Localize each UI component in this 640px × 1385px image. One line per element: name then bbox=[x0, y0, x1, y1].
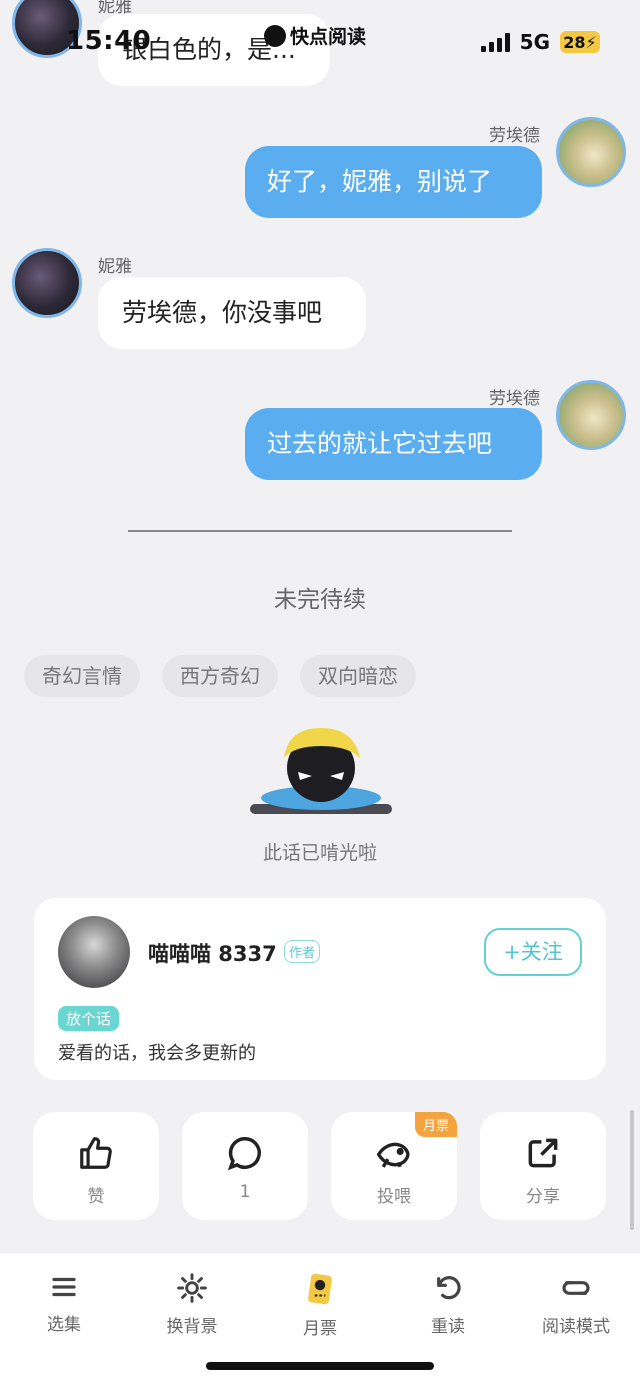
thumbs-up-icon bbox=[80, 1137, 112, 1169]
avatar-laoai[interactable] bbox=[556, 117, 626, 187]
end-label: 此话已啃光啦 bbox=[262, 842, 377, 864]
action-label: 分享 bbox=[526, 1187, 560, 1207]
nav-item-monthly-ticket[interactable]: 月票 bbox=[270, 1272, 370, 1339]
author-role-tag: 作者 bbox=[284, 940, 321, 963]
feed-button[interactable]: 月票 投喂 bbox=[331, 1112, 457, 1220]
home-indicator[interactable] bbox=[206, 1362, 434, 1370]
menu-icon bbox=[52, 1277, 76, 1297]
app-badge: 快点阅读 bbox=[264, 22, 366, 49]
chat-bubble[interactable]: 劳埃德，你没事吧 bbox=[98, 277, 366, 349]
divider-line bbox=[128, 530, 512, 532]
author-note: 爱看的话，我会多更新的 bbox=[58, 1043, 256, 1064]
app-logo-icon bbox=[264, 24, 286, 47]
action-label: 1 bbox=[239, 1182, 251, 1202]
avatar-laoai[interactable] bbox=[556, 380, 626, 450]
nav-label: 月票 bbox=[303, 1319, 337, 1339]
action-label: 赞 bbox=[87, 1187, 105, 1207]
monthly-ticket-ribbon: 月票 bbox=[414, 1112, 457, 1137]
status-time: 15:40 bbox=[66, 26, 152, 56]
nav-label: 换背景 bbox=[166, 1317, 218, 1337]
comment-icon bbox=[227, 1137, 261, 1171]
author-name[interactable]: 喵喵喵 8337 bbox=[148, 938, 277, 968]
note-badge: 放个话 bbox=[58, 1006, 120, 1031]
nav-label: 重读 bbox=[431, 1317, 465, 1337]
tag-chip[interactable]: 双向暗恋 bbox=[300, 655, 416, 697]
scrollbar[interactable] bbox=[630, 1110, 634, 1230]
action-label: 投喂 bbox=[377, 1187, 411, 1207]
nav-item-background[interactable]: 换背景 bbox=[142, 1272, 242, 1337]
network-type: 5G bbox=[519, 30, 550, 54]
nav-item-chapters[interactable]: 选集 bbox=[14, 1272, 114, 1335]
chat-bubble[interactable]: 过去的就让它过去吧 bbox=[245, 408, 542, 480]
sender-name: 劳埃德 bbox=[489, 389, 540, 409]
nav-label: 选集 bbox=[47, 1315, 81, 1335]
sender-name: 妮雅 bbox=[98, 257, 132, 277]
author-card: 喵喵喵 8337 作者 +关注 放个话 爱看的话，我会多更新的 bbox=[34, 898, 606, 1080]
undo-icon bbox=[437, 1276, 461, 1300]
status-indicators: 5G 28 ⚡ bbox=[480, 30, 600, 54]
signal-icon bbox=[480, 32, 510, 52]
share-button[interactable]: 分享 bbox=[480, 1112, 606, 1220]
follow-button[interactable]: +关注 bbox=[484, 928, 582, 976]
avatar-niya[interactable] bbox=[12, 248, 82, 318]
battery-level: 28 bbox=[563, 32, 586, 52]
ticket-icon bbox=[308, 1273, 332, 1305]
to-be-continued: 未完待续 bbox=[274, 587, 366, 613]
author-avatar[interactable] bbox=[58, 916, 130, 988]
nav-item-reading-mode[interactable]: 阅读模式 bbox=[526, 1272, 626, 1337]
loop-icon bbox=[562, 1281, 590, 1295]
tag-chip[interactable]: 西方奇幻 bbox=[162, 655, 278, 697]
like-button[interactable]: 赞 bbox=[33, 1112, 159, 1220]
comment-button[interactable]: 1 bbox=[182, 1112, 308, 1220]
mascot-image bbox=[248, 724, 394, 824]
battery-icon: 28 ⚡ bbox=[560, 31, 600, 53]
tag-chip[interactable]: 奇幻言情 bbox=[24, 655, 140, 697]
nav-label: 阅读模式 bbox=[542, 1317, 610, 1337]
nav-item-reread[interactable]: 重读 bbox=[398, 1272, 498, 1337]
sender-name: 劳埃德 bbox=[489, 126, 540, 146]
share-icon bbox=[528, 1138, 558, 1168]
app-badge-label: 快点阅读 bbox=[290, 26, 367, 48]
chat-bubble[interactable]: 好了，妮雅，别说了 bbox=[245, 146, 542, 218]
fish-icon bbox=[376, 1142, 410, 1168]
sun-icon bbox=[177, 1273, 207, 1303]
